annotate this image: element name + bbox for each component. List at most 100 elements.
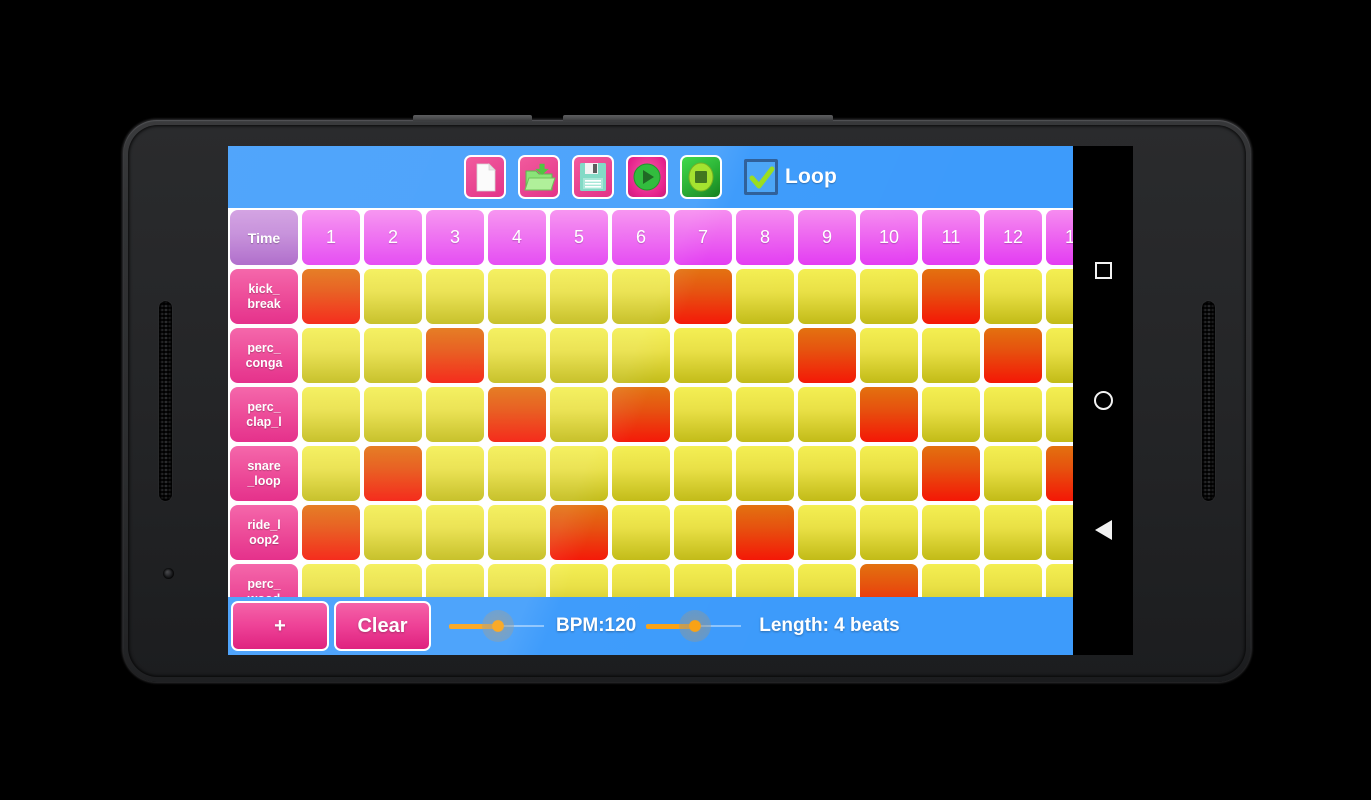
step-cell[interactable] <box>674 387 732 442</box>
beat-header-8[interactable]: 8 <box>736 210 794 265</box>
loop-checkbox-box[interactable] <box>743 159 778 195</box>
save-button[interactable] <box>571 155 614 199</box>
step-cell[interactable] <box>426 564 484 597</box>
new-button[interactable] <box>463 155 506 199</box>
step-cell[interactable] <box>302 269 360 324</box>
loop-checkbox[interactable]: Loop <box>743 159 837 195</box>
beat-header-10[interactable]: 10 <box>860 210 918 265</box>
beat-header-12[interactable]: 12 <box>984 210 1042 265</box>
length-slider-thumb[interactable] <box>679 610 712 642</box>
step-cell[interactable] <box>488 387 546 442</box>
track-name-2[interactable]: perc_ clap_l <box>230 387 298 442</box>
step-cell[interactable] <box>302 564 360 597</box>
length-slider[interactable] <box>646 604 742 648</box>
clear-button[interactable]: Clear <box>334 601 431 651</box>
step-cell[interactable] <box>612 564 670 597</box>
step-cell[interactable] <box>922 505 980 560</box>
beat-header-5[interactable]: 5 <box>550 210 608 265</box>
step-cell[interactable] <box>736 446 794 501</box>
beat-header-1[interactable]: 1 <box>302 210 360 265</box>
step-cell[interactable] <box>550 505 608 560</box>
step-cell[interactable] <box>736 564 794 597</box>
step-cell[interactable] <box>1046 446 1073 501</box>
track-name-1[interactable]: perc_ conga <box>230 328 298 383</box>
beat-header-7[interactable]: 7 <box>674 210 732 265</box>
volume-button[interactable] <box>413 115 532 121</box>
step-cell[interactable] <box>674 446 732 501</box>
step-cell[interactable] <box>612 328 670 383</box>
step-cell[interactable] <box>860 446 918 501</box>
step-cell[interactable] <box>488 564 546 597</box>
step-cell[interactable] <box>922 564 980 597</box>
step-cell[interactable] <box>798 269 856 324</box>
beat-header-2[interactable]: 2 <box>364 210 422 265</box>
step-cell[interactable] <box>550 269 608 324</box>
stop-button[interactable] <box>679 155 722 199</box>
step-cell[interactable] <box>674 564 732 597</box>
step-cell[interactable] <box>736 505 794 560</box>
step-cell[interactable] <box>798 564 856 597</box>
track-name-0[interactable]: kick_ break <box>230 269 298 324</box>
step-cell[interactable] <box>1046 387 1073 442</box>
step-cell[interactable] <box>302 328 360 383</box>
track-name-3[interactable]: snare _loop <box>230 446 298 501</box>
beat-header-13[interactable]: 13 <box>1046 210 1073 265</box>
step-cell[interactable] <box>426 269 484 324</box>
step-cell[interactable] <box>426 387 484 442</box>
beat-header-9[interactable]: 9 <box>798 210 856 265</box>
nav-back-button[interactable] <box>1091 518 1115 542</box>
step-cell[interactable] <box>1046 505 1073 560</box>
nav-recents-button[interactable] <box>1091 259 1115 283</box>
step-cell[interactable] <box>612 446 670 501</box>
step-cell[interactable] <box>674 505 732 560</box>
step-cell[interactable] <box>984 387 1042 442</box>
step-cell[interactable] <box>798 446 856 501</box>
step-cell[interactable] <box>426 328 484 383</box>
play-button[interactable] <box>625 155 668 199</box>
step-cell[interactable] <box>550 387 608 442</box>
step-cell[interactable] <box>550 446 608 501</box>
step-cell[interactable] <box>736 328 794 383</box>
step-cell[interactable] <box>488 269 546 324</box>
step-cell[interactable] <box>922 269 980 324</box>
bpm-slider-thumb[interactable] <box>482 610 514 642</box>
track-name-5[interactable]: perc_wood <box>230 564 298 597</box>
step-cell[interactable] <box>798 387 856 442</box>
step-cell[interactable] <box>426 505 484 560</box>
step-cell[interactable] <box>922 387 980 442</box>
bpm-slider[interactable] <box>449 604 544 648</box>
step-cell[interactable] <box>984 269 1042 324</box>
step-cell[interactable] <box>302 387 360 442</box>
step-cell[interactable] <box>550 564 608 597</box>
step-cell[interactable] <box>364 269 422 324</box>
step-cell[interactable] <box>984 328 1042 383</box>
nav-home-button[interactable] <box>1091 388 1115 412</box>
step-cell[interactable] <box>798 505 856 560</box>
beat-header-4[interactable]: 4 <box>488 210 546 265</box>
step-cell[interactable] <box>488 446 546 501</box>
step-cell[interactable] <box>860 328 918 383</box>
step-cell[interactable] <box>860 505 918 560</box>
beat-header-11[interactable]: 11 <box>922 210 980 265</box>
beat-header-6[interactable]: 6 <box>612 210 670 265</box>
step-cell[interactable] <box>736 269 794 324</box>
power-button[interactable] <box>563 115 833 121</box>
beat-header-3[interactable]: 3 <box>426 210 484 265</box>
step-cell[interactable] <box>612 505 670 560</box>
step-cell[interactable] <box>922 446 980 501</box>
step-cell[interactable] <box>488 505 546 560</box>
step-cell[interactable] <box>612 387 670 442</box>
step-cell[interactable] <box>364 387 422 442</box>
step-cell[interactable] <box>550 328 608 383</box>
step-cell[interactable] <box>798 328 856 383</box>
step-cell[interactable] <box>984 505 1042 560</box>
step-cell[interactable] <box>984 564 1042 597</box>
step-cell[interactable] <box>364 446 422 501</box>
step-cell[interactable] <box>922 328 980 383</box>
step-cell[interactable] <box>860 387 918 442</box>
step-cell[interactable] <box>1046 564 1073 597</box>
add-track-button[interactable]: + <box>231 601 329 651</box>
step-cell[interactable] <box>984 446 1042 501</box>
step-cell[interactable] <box>302 505 360 560</box>
step-cell[interactable] <box>364 564 422 597</box>
